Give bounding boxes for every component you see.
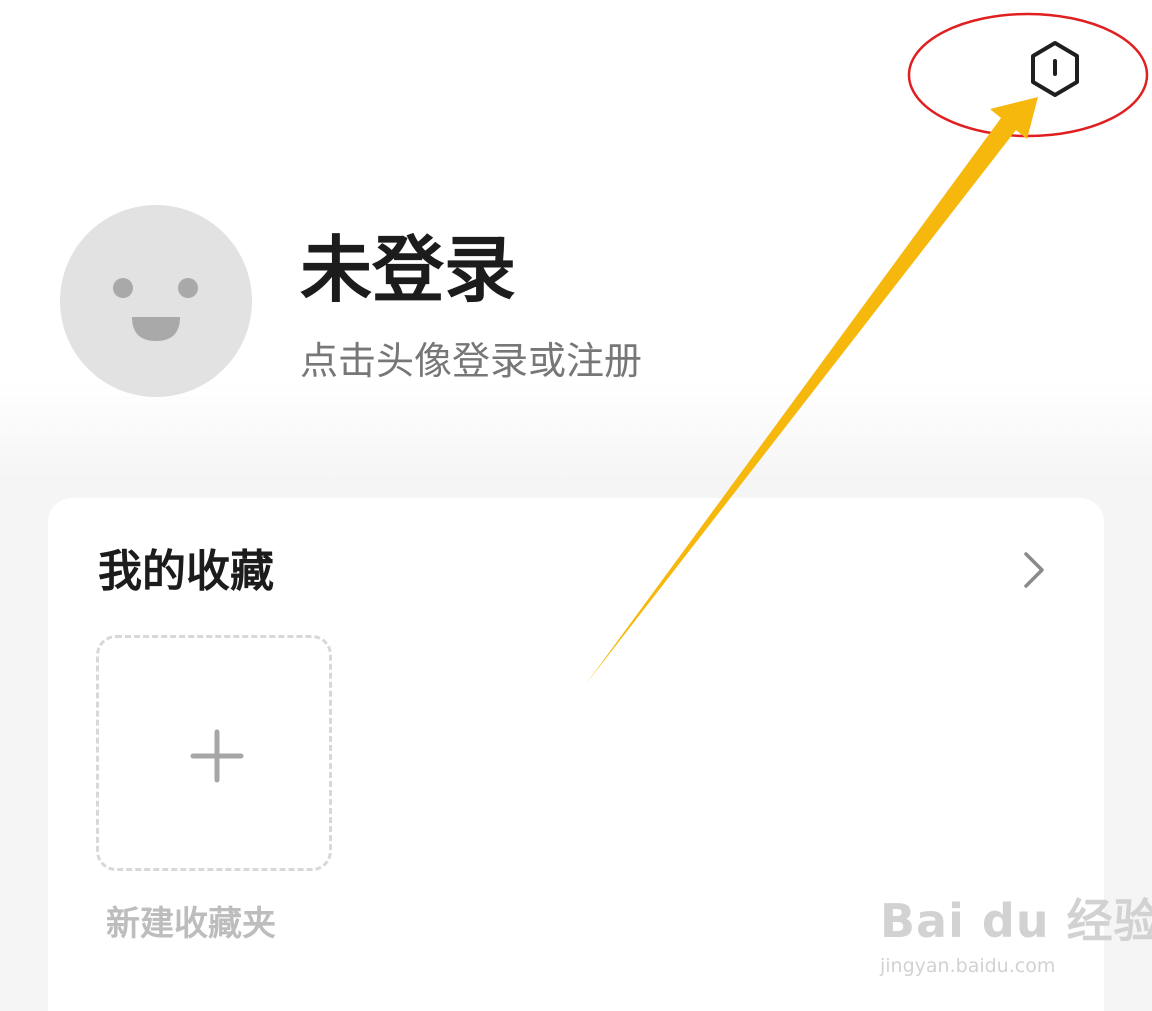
chevron-right-icon	[1024, 552, 1044, 588]
favorites-title: 我的收藏	[98, 546, 274, 597]
plus-icon	[190, 729, 244, 783]
new-folder-button[interactable]	[96, 635, 332, 871]
favorites-more-button[interactable]	[1010, 546, 1058, 594]
watermark-sub-text: jingyan.baidu.com	[880, 955, 1056, 977]
login-hint-link[interactable]: 点击头像登录或注册	[300, 335, 642, 387]
hexagon-settings-icon	[1031, 41, 1079, 97]
baidu-jingyan-watermark: Bai du 经验 jingyan.baidu.com	[880, 895, 1152, 979]
smiley-face-icon	[113, 278, 198, 341]
new-folder-label: 新建收藏夹	[106, 904, 276, 944]
watermark-main-text: Bai du 经验	[880, 894, 1152, 948]
settings-button[interactable]	[1024, 38, 1086, 100]
avatar[interactable]	[60, 205, 252, 397]
login-status-title: 未登录	[300, 228, 517, 312]
